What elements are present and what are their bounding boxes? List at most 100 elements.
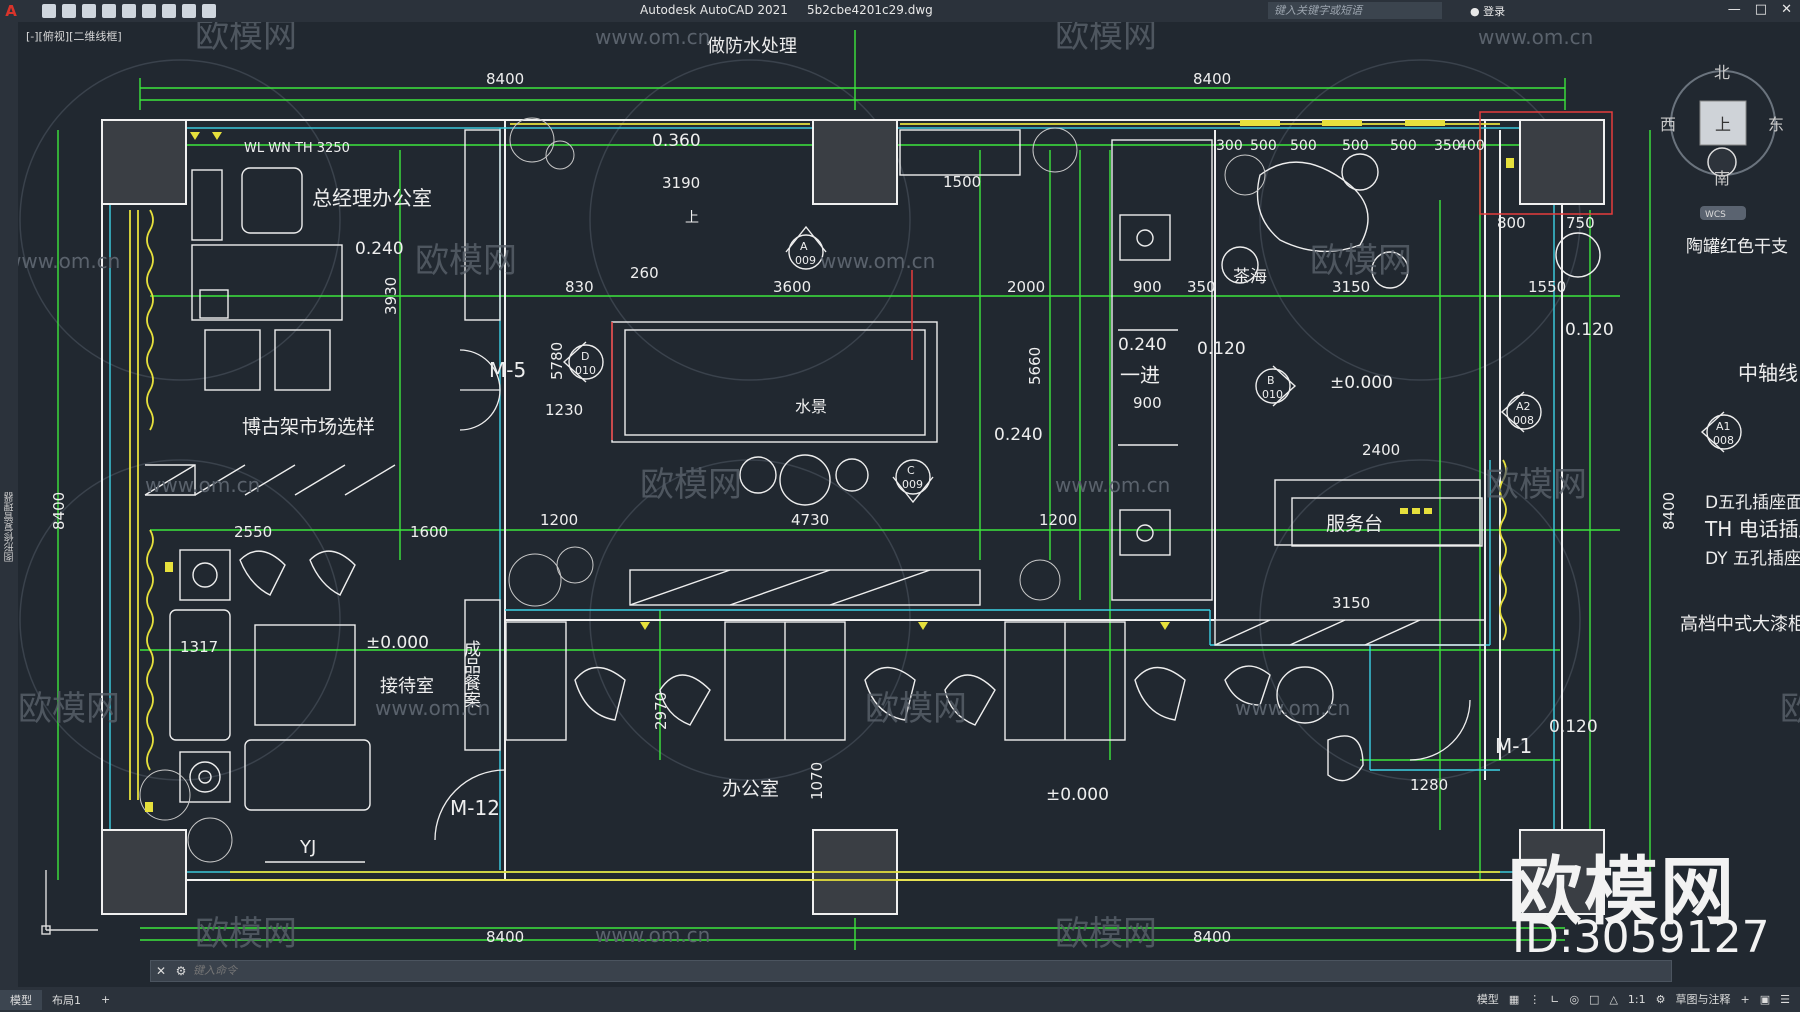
app-title: Autodesk AutoCAD 2021 bbox=[640, 3, 788, 17]
tab-model[interactable]: 模型 bbox=[0, 989, 42, 1010]
dim-1070: 1070 bbox=[808, 762, 826, 800]
dim-2550: 2550 bbox=[234, 523, 272, 541]
print-icon[interactable] bbox=[162, 4, 176, 18]
save-as-icon[interactable] bbox=[102, 4, 116, 18]
dim-row-4: 500 bbox=[1390, 138, 1417, 154]
new-file-icon[interactable] bbox=[42, 4, 56, 18]
user-icon: ● bbox=[1470, 5, 1480, 18]
maximize-button[interactable]: □ bbox=[1755, 2, 1767, 17]
annotation-lacquer: 高档中式大漆柜 bbox=[1680, 614, 1800, 635]
watermark-url-overlay: www.om.cn www.om.cn www.om.cn www.om.cn … bbox=[18, 25, 1593, 947]
snap-icon[interactable]: ⋮ bbox=[1529, 993, 1540, 1006]
watermark-site-3: www.om.cn bbox=[18, 249, 120, 273]
watermark-brand-2: 欧模网 bbox=[1055, 22, 1157, 56]
workspace-switch[interactable]: 草图与注释 bbox=[1676, 991, 1731, 1007]
search-input[interactable]: 键入关键字或短语 bbox=[1268, 2, 1442, 19]
dim-3190: 3190 bbox=[662, 174, 700, 192]
upstairs-label: 上 bbox=[685, 210, 699, 226]
level-0120-c: 0.120 bbox=[1549, 717, 1598, 737]
compass-wcs: WCS bbox=[1705, 210, 1726, 220]
dim-left: 8400 bbox=[50, 492, 68, 530]
file-name: 5b2cbe4201c29.dwg bbox=[807, 3, 933, 17]
watermark-site-2: www.om.cn bbox=[1478, 25, 1593, 49]
dim-row-1: 500 bbox=[1250, 138, 1277, 154]
watermark-site-7: www.om.cn bbox=[375, 696, 490, 720]
ucs-icon bbox=[41, 870, 98, 935]
ortho-icon[interactable]: ∟ bbox=[1550, 993, 1559, 1006]
dim-3150-bottom: 3150 bbox=[1332, 594, 1370, 612]
room-shelf: 博古架市场选样 bbox=[242, 416, 375, 438]
command-line[interactable]: ✕ ⚙ bbox=[150, 960, 1672, 982]
room-service-desk: 服务台 bbox=[1326, 513, 1383, 535]
drawing-canvas[interactable]: 8400 8400 8400 8400 8400 8400 3190 3600 … bbox=[18, 22, 1800, 960]
publish-icon[interactable] bbox=[122, 4, 136, 18]
marker-a2-letter: A2 bbox=[1516, 400, 1531, 413]
door-m1: M-1 bbox=[1495, 734, 1532, 758]
compass-top: 上 bbox=[1715, 115, 1731, 134]
dim-row-5: 350 bbox=[1434, 138, 1461, 154]
undo-icon[interactable] bbox=[182, 4, 196, 18]
fullscreen-icon[interactable]: ▣ bbox=[1760, 993, 1770, 1006]
dim-4730: 4730 bbox=[791, 511, 829, 529]
command-input[interactable] bbox=[191, 964, 1671, 978]
watermark-brand-4: 欧模网 bbox=[1310, 241, 1412, 281]
view-label[interactable]: [-][俯视][二维线框] bbox=[26, 28, 122, 44]
view-cube[interactable] bbox=[1670, 70, 1776, 220]
dim-5780: 5780 bbox=[548, 342, 566, 380]
gear-icon[interactable]: ⚙ bbox=[1656, 993, 1666, 1006]
customize-command-icon[interactable]: ⚙ bbox=[171, 964, 191, 978]
autocad-logo-icon[interactable]: A bbox=[0, 0, 22, 22]
minimize-button[interactable]: — bbox=[1728, 2, 1741, 17]
dim-top-right: 8400 bbox=[1193, 70, 1231, 88]
marker-a-letter: A bbox=[800, 240, 808, 253]
compass-east: 东 bbox=[1768, 115, 1784, 134]
annotation-dy-socket: DY 五孔插座 bbox=[1705, 549, 1800, 569]
left-side-panel[interactable]: 图形修复管理器 bbox=[0, 22, 18, 987]
dim-350: 350 bbox=[1187, 278, 1216, 296]
waterproof-note: 做防水处理 bbox=[707, 36, 797, 57]
annotation-th-phone: TH 电话插座 bbox=[1704, 517, 1800, 541]
open-file-icon[interactable] bbox=[62, 4, 76, 18]
dim-830: 830 bbox=[565, 278, 594, 296]
annotation-scale[interactable]: 1:1 bbox=[1628, 993, 1646, 1006]
level-0240-b: 0.240 bbox=[1118, 335, 1167, 355]
quick-access-toolbar bbox=[42, 4, 216, 18]
annotation-wl-wn: WL WN TH 3250 bbox=[244, 141, 350, 156]
walls bbox=[101, 119, 1563, 881]
annotation-scale-icon[interactable]: △ bbox=[1609, 993, 1617, 1006]
plot-icon[interactable] bbox=[142, 4, 156, 18]
level-0000-a: ±0.000 bbox=[366, 633, 429, 653]
dim-750: 750 bbox=[1566, 214, 1595, 232]
dim-3930: 3930 bbox=[382, 277, 400, 315]
watermark-brand-10: 欧模网 bbox=[195, 914, 297, 954]
marker-d-sheet: 010 bbox=[575, 364, 596, 377]
status-tools: 模型 ▦ ⋮ ∟ ◎ □ △ 1:1 ⚙ 草图与注释 + ▣ ☰ bbox=[1477, 991, 1790, 1007]
watermark-brand-8: 欧模网 bbox=[865, 689, 967, 729]
room-reception: 接待室 bbox=[380, 676, 434, 697]
room-entrance: 一进 bbox=[1120, 363, 1160, 387]
room-office: 办公室 bbox=[722, 778, 779, 800]
plus-icon[interactable]: + bbox=[1741, 993, 1750, 1006]
login-button[interactable]: ● 登录 bbox=[1470, 3, 1505, 19]
model-space-button[interactable]: 模型 bbox=[1477, 991, 1499, 1007]
marker-a1-letter: A1 bbox=[1716, 420, 1731, 433]
save-icon[interactable] bbox=[82, 4, 96, 18]
level-0120-a: 0.120 bbox=[1197, 339, 1246, 359]
osnap-icon[interactable]: □ bbox=[1589, 993, 1599, 1006]
watermark-brand-5: 欧模网 bbox=[640, 465, 742, 505]
grid-icon[interactable]: ▦ bbox=[1509, 993, 1519, 1006]
close-button[interactable]: ✕ bbox=[1781, 2, 1792, 17]
redo-icon[interactable] bbox=[202, 4, 216, 18]
dim-bottom-right: 8400 bbox=[1193, 928, 1231, 946]
menu-icon[interactable]: ☰ bbox=[1780, 993, 1790, 1006]
dim-900-b: 900 bbox=[1133, 394, 1162, 412]
polar-icon[interactable]: ◎ bbox=[1569, 993, 1579, 1006]
level-0240-c: 0.240 bbox=[994, 425, 1043, 445]
tab-layout1[interactable]: 布局1 bbox=[42, 990, 91, 1010]
close-command-icon[interactable]: ✕ bbox=[151, 964, 171, 978]
watermark-brand-11: 欧模网 bbox=[1055, 914, 1157, 954]
add-layout-button[interactable]: + bbox=[91, 991, 120, 1008]
watermark-brand-7: 欧模网 bbox=[18, 689, 120, 729]
marker-d-letter: D bbox=[581, 350, 589, 363]
marker-c-letter: C bbox=[907, 464, 915, 477]
